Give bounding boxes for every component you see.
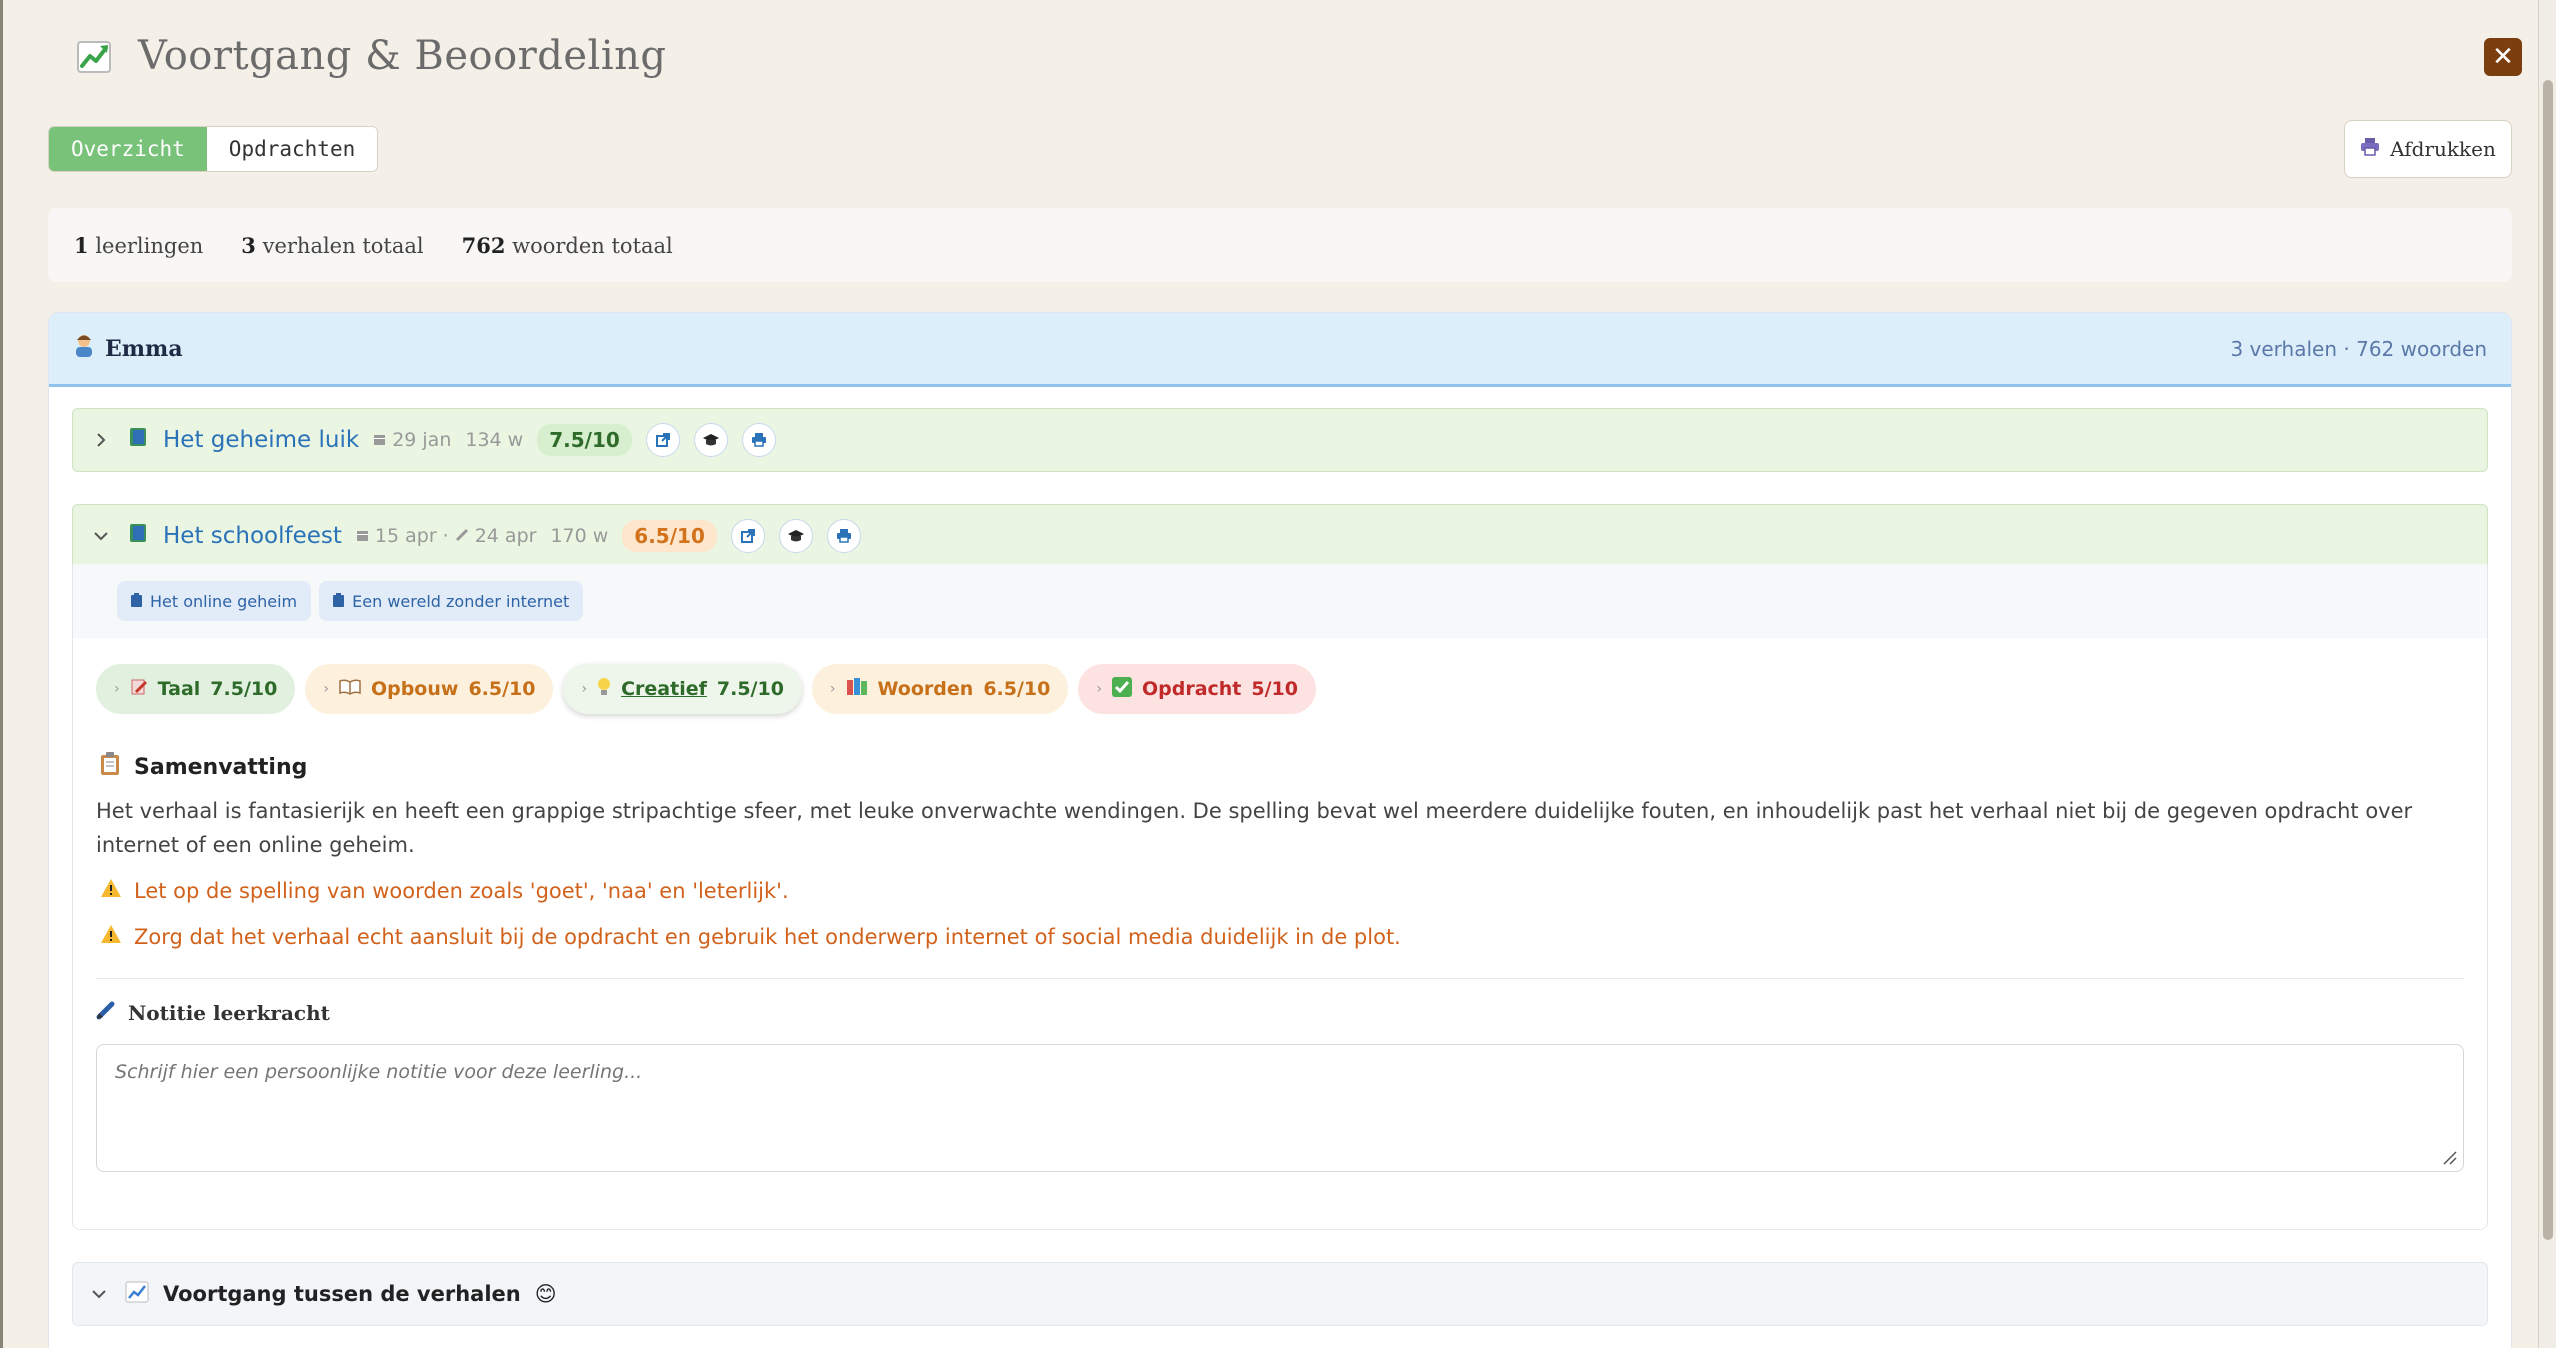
story-title[interactable]: Het schoolfeest [163,523,342,549]
story-row-expanded[interactable]: Het schoolfeest 15 apr · 24 apr 170 w 6.… [72,504,2488,568]
chevron-down-icon[interactable] [89,524,113,548]
divider [96,978,2464,979]
calendar-icon [356,525,369,547]
textarea-resize-handle[interactable] [2440,1148,2458,1166]
story-date: 15 apr · 24 apr [356,525,536,547]
summary-heading: Samenvatting [100,752,307,782]
stat-students: 1 leerlingen [74,232,204,258]
graduation-cap-icon [702,434,719,446]
teacher-note-input[interactable] [96,1044,2464,1172]
clipboard-icon [100,752,120,782]
warning-icon [100,924,122,949]
page-title: Voortgang & Beoordeling [138,33,667,79]
book-icon [127,426,149,454]
progress-title: Voortgang tussen de verhalen [163,1282,521,1306]
print-button[interactable]: Afdrukken [2344,120,2512,178]
pencil-icon [96,1000,116,1025]
tab-opdrachten[interactable]: Opdrachten [206,127,378,171]
pencil-icon [455,525,469,547]
print-story-button[interactable] [741,423,776,457]
scrollbar-track[interactable] [2538,0,2556,1348]
lightbulb-icon [597,677,611,702]
chevron-right-icon: › [114,681,120,697]
story-date: 29 jan [373,429,451,451]
chevron-right-icon: › [1096,681,1102,697]
warning-item: Zorg dat het verhaal echt aansluit bij d… [100,924,1401,949]
stat-stories: 3 verhalen totaal [241,232,424,258]
story-word-count: 170 w [550,525,609,547]
assignment-tag[interactable]: Een wereld zonder internet [319,581,584,621]
window-left-edge [0,0,3,1348]
open-story-button[interactable] [645,423,680,457]
print-button-label: Afdrukken [2390,137,2496,161]
close-icon: ✕ [2492,42,2514,72]
criterion-woorden[interactable]: › Woorden 6.5/10 [811,664,1069,714]
summary-text: Het verhaal is fantasierijk en heeft een… [96,799,2413,857]
book-icon [127,522,149,550]
story-grade: 6.5/10 [622,520,717,552]
warning-item: Let op de spelling van woorden zoals 'go… [100,878,789,903]
scrollbar-thumb[interactable] [2543,80,2553,1240]
print-story-button[interactable] [826,519,861,553]
story-grade: 7.5/10 [537,424,632,456]
criterion-opbouw[interactable]: › Opbouw 6.5/10 [305,664,554,714]
assignment-tags: Het online geheim Een wereld zonder inte… [72,564,2488,638]
grade-story-button[interactable] [778,519,813,553]
stats-bar: 1 leerlingen 3 verhalen totaal 762 woord… [48,208,2512,282]
memo-icon [130,678,148,701]
chevron-down-icon[interactable] [87,1282,111,1306]
progress-section-header[interactable]: Voortgang tussen de verhalen 😊 [72,1262,2488,1326]
criterion-opdracht[interactable]: › Opdracht 5/10 [1078,664,1316,714]
stat-words: 762 woorden totaal [461,232,673,258]
open-story-button[interactable] [730,519,765,553]
close-button[interactable]: ✕ [2484,38,2522,76]
open-book-icon [339,678,361,700]
graduation-cap-icon [787,530,804,542]
modal-header: Voortgang & Beoordeling [70,26,667,86]
criteria-chips: › Taal 7.5/10 › Opbouw 6.5/10 › Creatief… [96,664,1316,714]
printer-icon [836,529,851,543]
student-header[interactable]: Emma 3 verhalen · 762 woorden [49,313,2511,387]
printer-icon [751,433,766,447]
chevron-right-icon: › [323,681,329,697]
view-tabs: Overzicht Opdrachten [48,126,379,172]
smiley-icon: 😊 [534,1282,557,1306]
external-link-icon [655,433,670,447]
tab-overzicht[interactable]: Overzicht [49,127,207,171]
chart-up-icon [125,1281,149,1308]
calendar-icon [373,429,386,451]
grade-story-button[interactable] [693,423,728,457]
printer-icon [2360,137,2380,161]
warning-icon [100,878,122,903]
chevron-right-icon: › [581,681,588,697]
clipboard-icon [333,592,345,611]
checkbox-icon [1111,676,1132,702]
clipboard-icon [131,592,142,611]
story-title[interactable]: Het geheime luik [163,427,359,453]
assignment-tag[interactable]: Het online geheim [117,581,312,621]
person-icon [73,334,95,364]
criterion-creatief[interactable]: › Creatief 7.5/10 [563,664,802,714]
story-row[interactable]: Het geheime luik 29 jan 134 w 7.5/10 [72,408,2488,472]
chart-up-icon [70,32,118,80]
teacher-note-heading: Notitie leerkracht [96,1000,330,1025]
books-icon [846,677,868,701]
chevron-right-icon[interactable] [89,428,113,452]
student-meta: 3 verhalen · 762 woorden [2230,336,2487,361]
external-link-icon [740,529,755,543]
story-word-count: 134 w [465,429,524,451]
chevron-right-icon: › [829,681,836,697]
student-name: Emma [105,335,183,362]
criterion-taal[interactable]: › Taal 7.5/10 [96,664,296,714]
